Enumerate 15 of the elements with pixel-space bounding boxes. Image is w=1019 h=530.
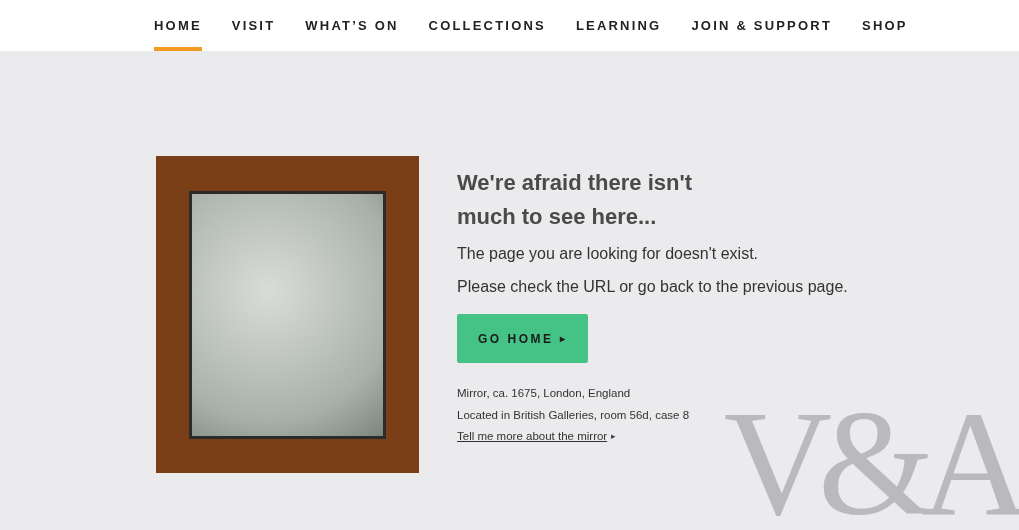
nav-tab[interactable]: COLLECTIONS	[428, 0, 546, 51]
caption-location: Located in British Galleries, room 56d, case 8	[457, 409, 691, 421]
message-text: The page you are looking for doesn't exist.	[457, 244, 759, 264]
go-home-button[interactable]: GO HOME ▸	[457, 314, 588, 363]
nav-tab[interactable]: SHOP	[862, 0, 908, 51]
caption-title: Mirror, ca. 1675, London, England	[457, 387, 632, 399]
message-text: Please check the URL or go back to the previous page.	[457, 277, 848, 297]
nav-tab[interactable]: LEARNING	[575, 0, 662, 51]
nav-tab[interactable]: WHAT’S ON	[305, 0, 399, 51]
arrow-icon: ▸	[611, 431, 617, 441]
mirror-info-link[interactable]: Tell me more about the mirror	[457, 430, 608, 442]
heading: We're afraid there isn't much to see here...	[457, 169, 694, 231]
nav-tab[interactable]: JOIN & SUPPORT	[691, 0, 833, 51]
nav-tab[interactable]: VISIT	[231, 0, 276, 51]
nav-tab[interactable]: HOME	[154, 0, 202, 51]
